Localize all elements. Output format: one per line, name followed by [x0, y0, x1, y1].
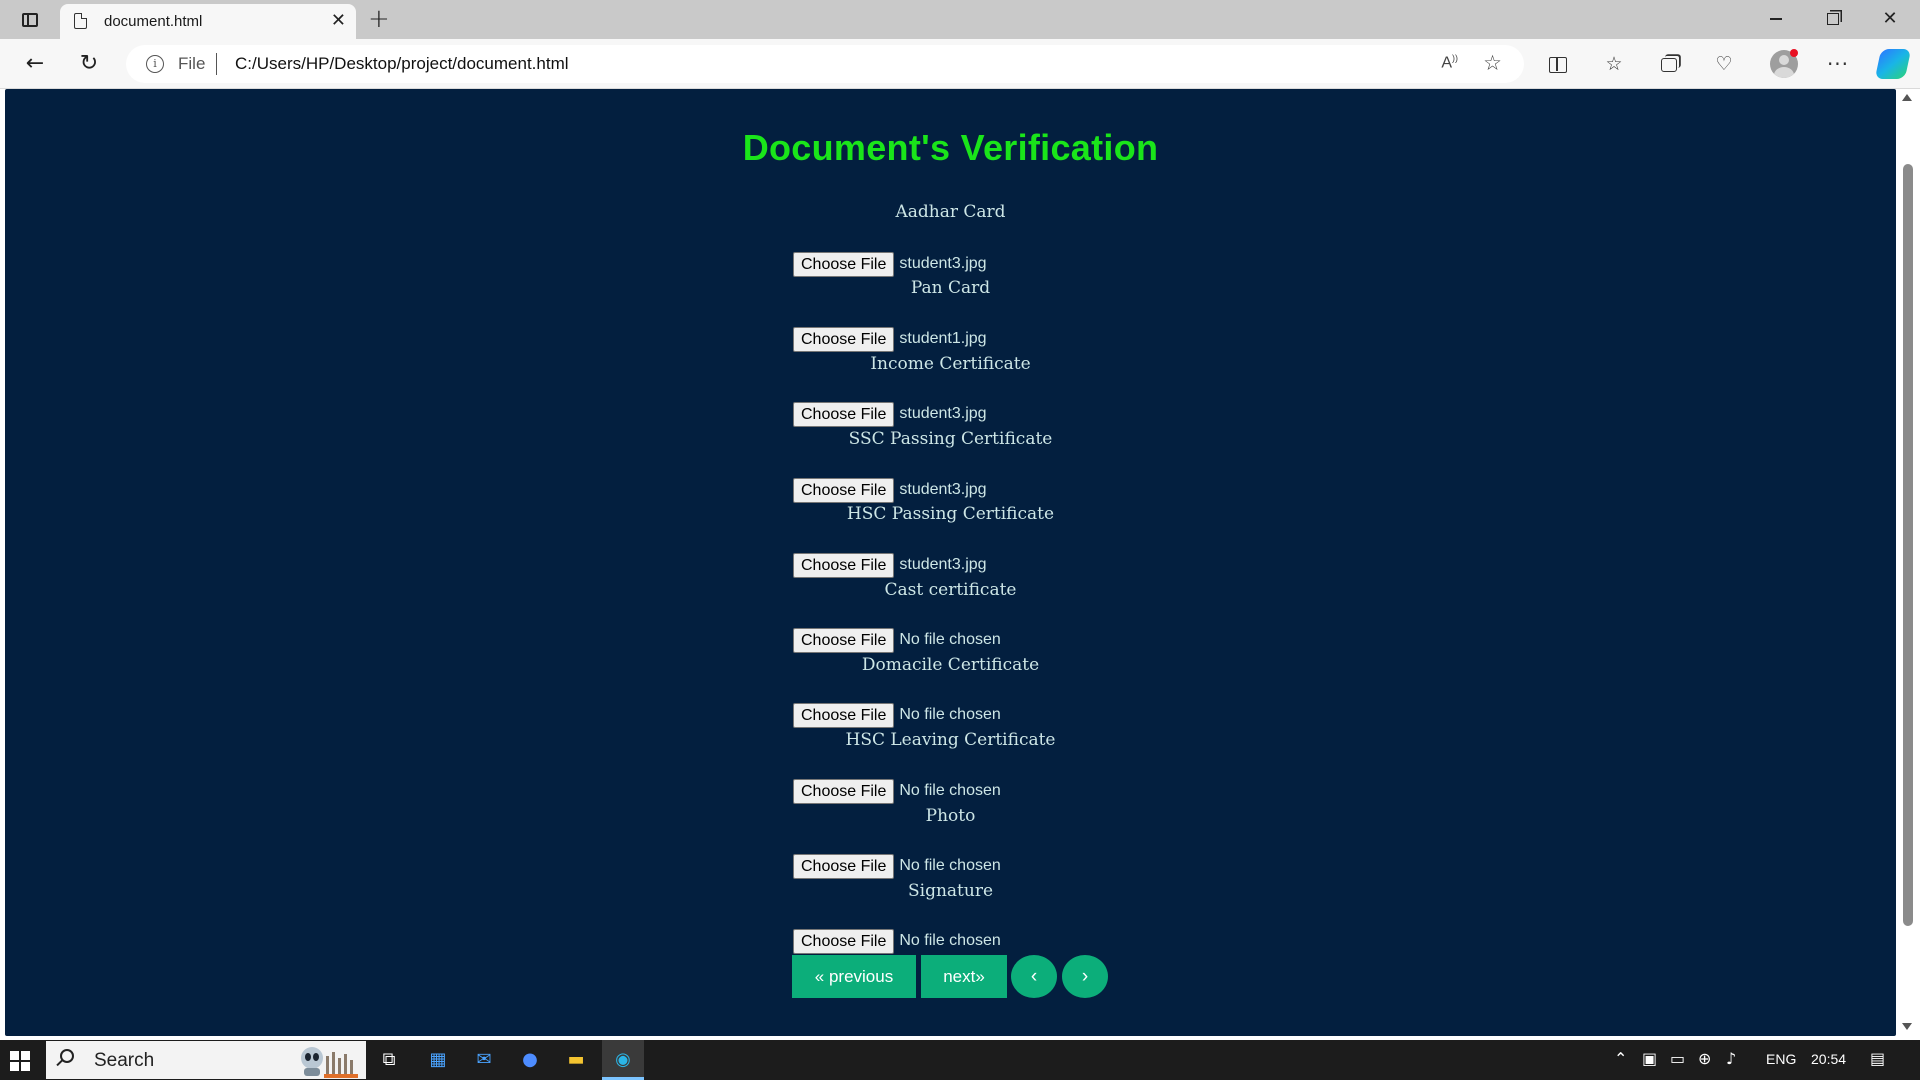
choose-file-button[interactable]: Choose File [793, 627, 895, 653]
new-tab-button[interactable]: + [368, 5, 390, 33]
page-title: Document's Verification [742, 127, 1159, 168]
browser-toolbar: ← ↻ i File C:/Users/HP/Desktop/project/d… [0, 39, 1920, 89]
language-indicator[interactable]: ENG [1766, 1051, 1796, 1067]
windows-start-icon[interactable] [10, 1051, 30, 1071]
choose-file-button[interactable]: Choose File [793, 401, 895, 427]
search-placeholder: Search [94, 1050, 155, 1071]
file-explorer-icon[interactable]: ▬ [562, 1046, 590, 1074]
document-label: Signature [907, 881, 994, 901]
task-view-icon[interactable]: ⧉ [375, 1046, 403, 1074]
address-bar[interactable]: i File C:/Users/HP/Desktop/project/docum… [126, 45, 1524, 83]
address-scheme-label: File [178, 54, 206, 73]
meet-now-icon[interactable]: ▣ [1642, 1049, 1657, 1068]
document-label: Pan Card [910, 278, 991, 298]
edge-icon[interactable]: ◉ [609, 1046, 637, 1074]
info-icon[interactable]: i [146, 55, 164, 73]
file-input[interactable]: Choose File student3.jpg [793, 401, 987, 427]
file-input[interactable]: Choose File student3.jpg [793, 251, 987, 277]
read-aloud-icon[interactable]: A)) [1441, 53, 1458, 72]
file-input[interactable]: Choose File student3.jpg [793, 477, 987, 503]
browser-tab[interactable]: document.html ✕ [60, 4, 356, 39]
browser-tab-strip: document.html ✕ + ✕ [0, 0, 1920, 39]
document-label: Cast certificate [884, 580, 1017, 600]
collections-icon[interactable] [1655, 50, 1683, 78]
choose-file-button[interactable]: Choose File [793, 778, 895, 804]
scroll-down-arrow-icon[interactable] [1902, 1023, 1912, 1030]
network-icon[interactable]: ⊕ [1698, 1049, 1711, 1068]
file-input[interactable]: Choose File No file chosen [793, 928, 1001, 954]
favorite-star-icon[interactable]: ☆ [1483, 51, 1502, 75]
page-viewport: Document's Verification Aadhar Card Choo… [0, 89, 1920, 1039]
minimize-button[interactable] [1756, 6, 1796, 32]
tab-close-icon[interactable]: ✕ [331, 11, 346, 31]
more-menu-icon[interactable]: ··· [1824, 50, 1852, 78]
file-input[interactable]: Choose File No file chosen [793, 702, 1001, 728]
close-window-button[interactable]: ✕ [1870, 6, 1910, 32]
file-name: No file chosen [899, 857, 1001, 874]
browser-essentials-icon[interactable]: ♡ [1710, 50, 1738, 78]
choose-file-button[interactable]: Choose File [793, 702, 895, 728]
document-label: Photo [925, 806, 976, 826]
tab-actions-icon[interactable] [12, 8, 48, 32]
file-name: student3.jpg [899, 255, 987, 272]
document-label: Domacile Certificate [861, 655, 1040, 675]
page-icon [74, 13, 87, 29]
document-label: HSC Passing Certificate [846, 504, 1055, 524]
document-label: HSC Leaving Certificate [845, 730, 1056, 750]
file-input[interactable]: Choose File student3.jpg [793, 552, 987, 578]
choose-file-button[interactable]: Choose File [793, 552, 895, 578]
zoom-icon[interactable]: ● [516, 1046, 544, 1074]
file-name: student3.jpg [899, 556, 987, 573]
file-input[interactable]: Choose File No file chosen [793, 853, 1001, 879]
choose-file-button[interactable]: Choose File [793, 326, 895, 352]
back-arrow-icon[interactable]: ← [19, 48, 51, 80]
document-label: Income Certificate [870, 354, 1031, 374]
tab-title: document.html [104, 13, 203, 30]
file-name: student3.jpg [899, 405, 987, 422]
choose-file-button[interactable]: Choose File [793, 251, 895, 277]
address-url[interactable]: C:/Users/HP/Desktop/project/document.htm… [235, 54, 569, 74]
favorites-icon[interactable]: ☆ [1600, 50, 1628, 78]
search-highlight-illustration [301, 1047, 358, 1078]
file-name: No file chosen [899, 706, 1001, 723]
scroll-up-arrow-icon[interactable] [1902, 94, 1912, 101]
address-separator [216, 53, 217, 75]
page-body: Document's Verification Aadhar Card Choo… [5, 89, 1896, 1036]
document-label: SSC Passing Certificate [848, 429, 1053, 449]
next-button[interactable]: next» [921, 955, 1007, 998]
file-name: No file chosen [899, 932, 1001, 949]
choose-file-button[interactable]: Choose File [793, 477, 895, 503]
file-name: No file chosen [899, 782, 1001, 799]
scroll-thumb[interactable] [1903, 164, 1913, 926]
restore-button[interactable] [1813, 6, 1853, 32]
reload-icon[interactable]: ↻ [73, 48, 105, 80]
mail-icon[interactable]: ✉ [470, 1046, 498, 1074]
taskbar-search[interactable]: Search [46, 1041, 366, 1079]
file-name: No file chosen [899, 631, 1001, 648]
vertical-scrollbar[interactable] [1896, 89, 1920, 1039]
profile-notification-dot [1790, 49, 1798, 57]
windows-taskbar: Search ⧉ ▦ ✉ ● ▬ ◉ ⌃ ▣ ▭ ⊕ ♪ ENG 20:54 ▤ [0, 1040, 1920, 1080]
volume-icon[interactable]: ♪ [1726, 1049, 1736, 1068]
notification-icon[interactable]: ▤ [1870, 1049, 1885, 1068]
file-name: student3.jpg [899, 481, 987, 498]
choose-file-button[interactable]: Choose File [793, 853, 895, 879]
file-input[interactable]: Choose File No file chosen [793, 778, 1001, 804]
previous-button[interactable]: « previous [792, 955, 916, 998]
file-input[interactable]: Choose File student1.jpg [793, 326, 987, 352]
document-label: Aadhar Card [895, 202, 1006, 222]
clock[interactable]: 20:54 [1811, 1051, 1846, 1067]
file-name: student1.jpg [899, 330, 987, 347]
choose-file-button[interactable]: Choose File [793, 928, 895, 954]
page-left-button[interactable]: ‹ [1011, 955, 1057, 998]
file-input[interactable]: Choose File No file chosen [793, 627, 1001, 653]
store-icon[interactable]: ▦ [424, 1046, 452, 1074]
tray-overflow-icon[interactable]: ⌃ [1614, 1049, 1627, 1068]
battery-icon[interactable]: ▭ [1670, 1049, 1685, 1068]
page-right-button[interactable]: › [1062, 955, 1108, 998]
split-screen-icon[interactable] [1544, 50, 1572, 78]
copilot-icon[interactable] [1874, 49, 1912, 79]
search-icon [60, 1049, 74, 1063]
